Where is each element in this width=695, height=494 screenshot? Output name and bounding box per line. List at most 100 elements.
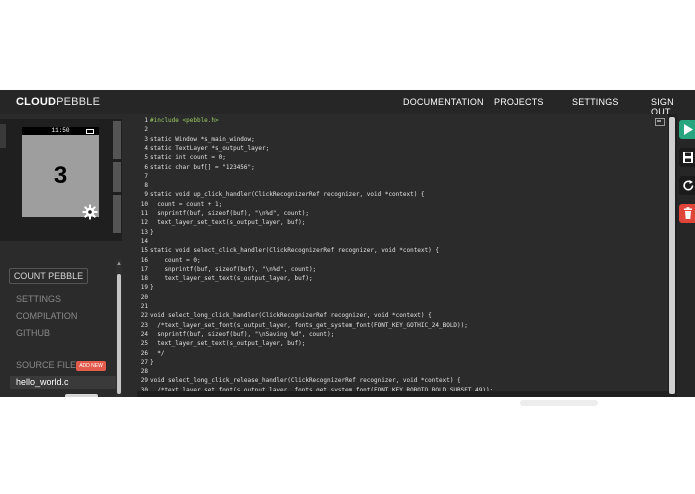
code-text: } xyxy=(150,358,154,366)
line-number: 20 xyxy=(140,293,148,301)
code-line[interactable]: 22 void select_long_click_handler(ClickRe… xyxy=(137,311,432,320)
line-number: 18 xyxy=(140,275,148,283)
scroll-up-arrow-icon[interactable]: ▲ xyxy=(116,260,122,268)
logo-text-rest: PEBBLE xyxy=(56,96,101,108)
code-text: } xyxy=(150,228,154,236)
code-text: /*text_layer_set_font(s_output_layer, fo… xyxy=(150,321,468,329)
emulator-up-button[interactable] xyxy=(113,121,121,159)
code-line[interactable]: 4 static TextLayer *s_output_layer; xyxy=(137,144,269,153)
code-line[interactable]: 24 snprintf(buf, sizeof(buf), "\nSaving … xyxy=(137,330,334,339)
sidebar-section-button-cut[interactable] xyxy=(65,394,98,397)
code-line[interactable]: 1 #include <pebble.h> xyxy=(137,116,219,125)
code-line[interactable]: 9 static void up_click_handler(ClickRecog… xyxy=(137,190,425,199)
line-number: 9 xyxy=(144,191,148,199)
code-text: #include <pebble.h> xyxy=(150,117,219,124)
line-number: 2 xyxy=(144,126,148,134)
line-number: 16 xyxy=(140,256,148,264)
code-text: static void select_click_handler(ClickRe… xyxy=(150,247,439,255)
line-number: 17 xyxy=(140,265,148,273)
code-line[interactable]: 13} xyxy=(137,228,154,237)
code-line[interactable]: 20 xyxy=(137,293,150,302)
run-button[interactable] xyxy=(679,120,695,139)
emulator-back-button[interactable] xyxy=(0,124,6,148)
code-line[interactable]: 7 xyxy=(137,172,150,181)
code-line[interactable]: 19} xyxy=(137,283,154,292)
line-number: 4 xyxy=(144,144,148,152)
code-line[interactable]: 17 snprintf(buf, sizeof(buf), "\n%d", co… xyxy=(137,265,316,274)
code-line[interactable]: 15 static void select_click_handler(Click… xyxy=(137,246,439,255)
code-line[interactable]: 8 xyxy=(137,181,150,190)
gear-icon[interactable] xyxy=(82,204,98,220)
code-line[interactable]: 6 static char buf[] = "123456"; xyxy=(137,163,255,172)
count-pebble-button[interactable]: COUNT PEBBLE xyxy=(9,268,88,284)
cloudpebble-window: CLOUDPEBBLE DOCUMENTATION PROJECTS SETTI… xyxy=(0,90,695,397)
run-icon xyxy=(684,124,693,135)
line-number: 27 xyxy=(140,358,148,366)
code-line[interactable]: 14 xyxy=(137,237,150,246)
watch-status-bar: 11:50 xyxy=(22,127,99,135)
add-new-file-button[interactable]: ADD NEW xyxy=(76,361,106,371)
delete-button[interactable] xyxy=(679,204,695,223)
emulator-down-button[interactable] xyxy=(113,195,121,233)
nav-projects[interactable]: PROJECTS xyxy=(494,97,544,107)
sidebar-item-github[interactable]: GITHUB xyxy=(16,328,50,338)
code-text: static Window *s_main_window; xyxy=(150,135,255,143)
line-number: 3 xyxy=(144,135,148,143)
code-text: static TextLayer *s_output_layer; xyxy=(150,144,270,152)
editor-scrollbar[interactable] xyxy=(668,114,677,397)
code-line[interactable]: 2 xyxy=(137,125,150,134)
code-text: text_layer_set_text(s_output_layer, buf)… xyxy=(150,219,306,227)
sidebar-item-compilation[interactable]: COMPILATION xyxy=(16,311,77,321)
file-list-item[interactable]: hello_world.c xyxy=(10,376,116,389)
code-line[interactable]: 23 /*text_layer_set_font(s_output_layer,… xyxy=(137,321,468,330)
code-line[interactable]: 29 void select_long_click_release_handler… xyxy=(137,376,461,385)
sidebar-section-heading-cut: ▬▬▬▬▬ xyxy=(16,395,56,397)
line-number: 23 xyxy=(140,321,148,329)
line-number: 19 xyxy=(140,284,148,292)
save-icon xyxy=(683,152,693,163)
code-text: snprintf(buf, sizeof(buf), "\n%d", count… xyxy=(150,265,317,273)
code-text: count = 0; xyxy=(150,256,201,264)
code-line[interactable]: 10 count = count + 1; xyxy=(137,200,222,209)
sidebar-scrollbar-thumb[interactable] xyxy=(117,274,121,394)
cloudpebble-logo[interactable]: CLOUDPEBBLE xyxy=(16,96,100,108)
code-line[interactable]: 28 xyxy=(137,367,150,376)
source-files-heading: SOURCE FILES xyxy=(16,360,83,370)
code-line[interactable]: 25 text_layer_set_text(s_output_layer, b… xyxy=(137,339,306,348)
code-line[interactable]: 5 static int count = 0; xyxy=(137,153,225,162)
nav-settings[interactable]: SETTINGS xyxy=(572,97,619,107)
battery-icon xyxy=(86,129,94,134)
reload-button[interactable] xyxy=(679,176,695,195)
code-text: static void up_click_handler(ClickRecogn… xyxy=(150,191,425,199)
code-text: count = count + 1; xyxy=(150,200,223,208)
code-text: text_layer_set_text(s_output_layer, buf)… xyxy=(150,275,313,283)
save-button[interactable] xyxy=(679,148,695,167)
code-text: static char buf[] = "123456"; xyxy=(150,163,255,171)
line-number: 25 xyxy=(140,340,148,348)
nav-documentation[interactable]: DOCUMENTATION xyxy=(403,97,484,107)
floating-bar xyxy=(520,400,598,406)
code-line[interactable]: 21 xyxy=(137,302,150,311)
emulator-select-button[interactable] xyxy=(113,162,121,192)
code-line[interactable]: 3 static Window *s_main_window; xyxy=(137,135,255,144)
delete-icon xyxy=(684,207,692,219)
code-text: } xyxy=(150,284,154,292)
code-editor[interactable]: 1 #include <pebble.h> 2 3 static Window *s_m… xyxy=(137,114,668,397)
editor-scrollbar-thumb[interactable] xyxy=(669,117,675,394)
line-number: 15 xyxy=(140,247,148,255)
code-line[interactable]: 27} xyxy=(137,358,154,367)
code-line[interactable]: 16 count = 0; xyxy=(137,256,201,265)
line-number: 22 xyxy=(140,312,148,320)
code-line[interactable]: 18 text_layer_set_text(s_output_layer, b… xyxy=(137,274,313,283)
fullscreen-icon[interactable] xyxy=(655,118,665,126)
line-number: 8 xyxy=(144,182,148,190)
editor-horizontal-scrollbar[interactable] xyxy=(137,391,668,397)
sidebar-item-settings[interactable]: SETTINGS xyxy=(16,294,61,304)
line-number: 28 xyxy=(140,368,148,376)
code-line[interactable]: 11 snprintf(buf, sizeof(buf), "\n%d", co… xyxy=(137,209,309,218)
line-number: 12 xyxy=(140,219,148,227)
code-text: snprintf(buf, sizeof(buf), "\nSaving %d"… xyxy=(150,330,335,338)
code-line[interactable]: 12 text_layer_set_text(s_output_layer, b… xyxy=(137,218,306,227)
top-navigation-bar: CLOUDPEBBLE DOCUMENTATION PROJECTS SETTI… xyxy=(0,90,695,117)
code-line[interactable]: 26 */ xyxy=(137,349,165,358)
